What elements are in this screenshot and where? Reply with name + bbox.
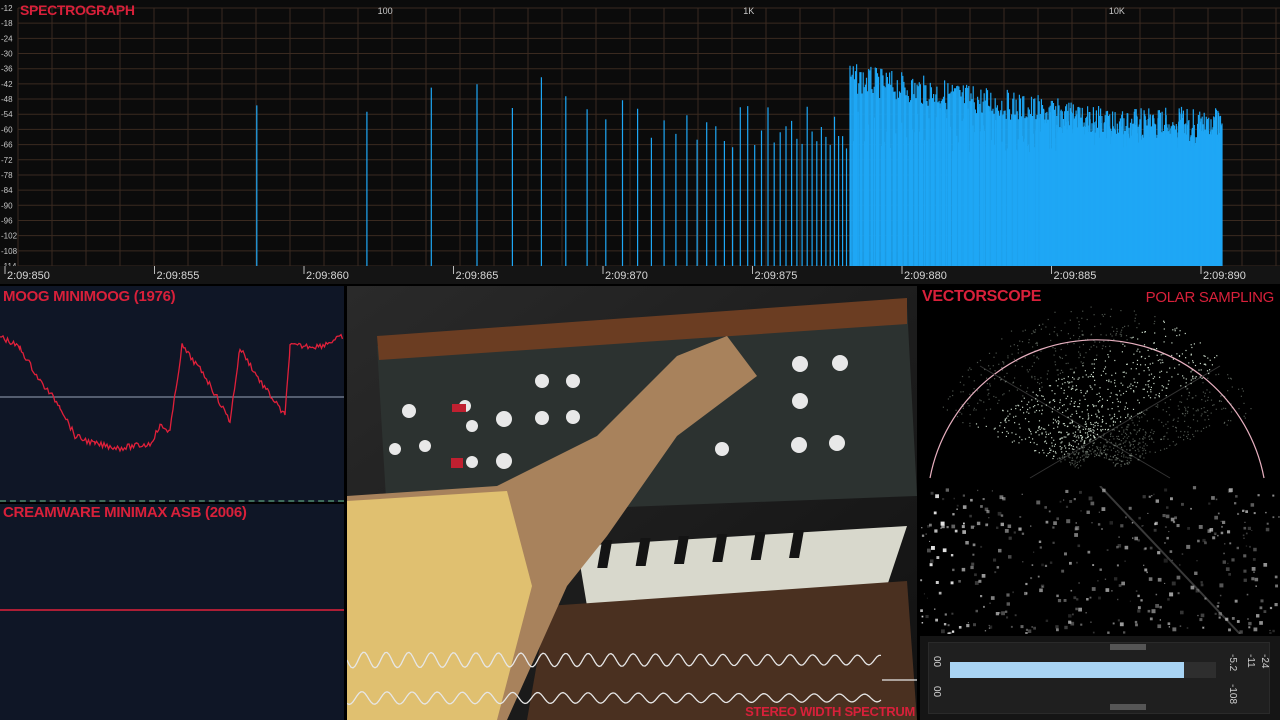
correlation-scatter-panel (920, 486, 1280, 634)
meter-handle-top[interactable] (1110, 644, 1146, 650)
spectrograph-chart: -12 -18 -24 -30 -36 -42 -48 -54 -60 -66 -72 -78 -84 -… (0, 4, 1280, 284)
vectorscope-title: VECTORSCOPE (922, 288, 1042, 305)
time-tick-label: 2:09:890 (1203, 270, 1246, 282)
scatter-dots (920, 486, 1280, 634)
meter-readout-mid: -11 (1245, 654, 1256, 668)
db-tick-label: -30 (1, 50, 13, 59)
meter-track (950, 662, 1216, 678)
polar-sampling-label: POLAR SAMPLING (1145, 289, 1275, 306)
meter-fill-bar (950, 662, 1185, 678)
meter-left-label-bottom: 00 (931, 686, 942, 698)
freq-tick-label: 10K (1109, 6, 1125, 16)
db-tick-label: -72 (1, 156, 13, 165)
db-tick-label: -24 (1, 34, 13, 43)
meter-left-label-top: 00 (931, 656, 942, 668)
time-tick-label: 2:09:865 (456, 270, 499, 282)
db-tick-label: -66 (1, 141, 13, 150)
freq-tick-label: 1K (743, 6, 754, 16)
correlation-scatter-plot (920, 486, 1280, 634)
scope-minimax-trace (0, 609, 344, 611)
db-tick-label: -90 (1, 201, 13, 210)
db-tick-label: -60 (1, 125, 13, 134)
freq-tick-label: 100 (378, 6, 393, 16)
db-tick-label: -78 (1, 171, 13, 180)
stereo-width-caption: STEREO WIDTH SPECTRUM (745, 704, 915, 719)
scope-moog-panel: MOOG MINIMOOG (1976) (0, 286, 344, 502)
spectrograph-title: SPECTROGRAPH (20, 2, 135, 18)
db-tick-label: -84 (1, 186, 13, 195)
db-tick-label: -48 (1, 95, 13, 104)
time-tick-label: 2:09:855 (157, 270, 200, 282)
level-meter-panel: 00 00 -5.2 -11 -24 -108 (920, 636, 1280, 720)
meter-readout-low: -24 (1259, 654, 1270, 669)
db-tick-label: -108 (1, 247, 18, 256)
time-tick-label: 2:09:850 (7, 270, 50, 282)
spectrograph-panel: -12 -18 -24 -30 -36 -42 -48 -54 -60 -66 -72 -78 -84 -… (0, 0, 1280, 284)
meter-readout-floor: -108 (1227, 684, 1238, 705)
time-tick-label: 2:09:860 (306, 270, 349, 282)
scope-minimax-panel: CREAMWARE MINIMAX ASB (2006) (0, 504, 344, 720)
scope-moog-title: MOOG MINIMOOG (1976) (3, 288, 176, 305)
scope-divider (0, 500, 344, 502)
db-tick-label: -42 (1, 80, 13, 89)
scope-minimax-title: CREAMWARE MINIMAX ASB (2006) (3, 504, 247, 521)
synth-video-image (347, 286, 917, 720)
db-tick-label: -12 (1, 4, 13, 13)
video-frame: STEREO WIDTH SPECTRUM (347, 286, 917, 720)
time-tick-label: 2:09:870 (605, 270, 648, 282)
vectorscope-plot (929, 306, 1265, 479)
db-tick-label: -102 (1, 232, 18, 241)
vectorscope-panel: VECTORSCOPE POLAR SAMPLING (920, 286, 1280, 484)
meter-handle-bottom[interactable] (1110, 704, 1146, 710)
db-tick-label: -96 (1, 216, 13, 225)
meter-frame (928, 642, 1270, 714)
db-tick-label: -18 (1, 19, 13, 28)
vectorscope-dots (942, 306, 1252, 469)
time-tick-label: 2:09:880 (904, 270, 947, 282)
time-tick-label: 2:09:885 (1054, 270, 1097, 282)
db-tick-label: -54 (1, 110, 13, 119)
moog-waveform (0, 333, 344, 453)
meter-readout-peak: -5.2 (1227, 654, 1238, 672)
scope-moog-trace (0, 333, 344, 453)
db-tick-label: -36 (1, 65, 13, 74)
time-tick-label: 2:09:875 (755, 270, 798, 282)
